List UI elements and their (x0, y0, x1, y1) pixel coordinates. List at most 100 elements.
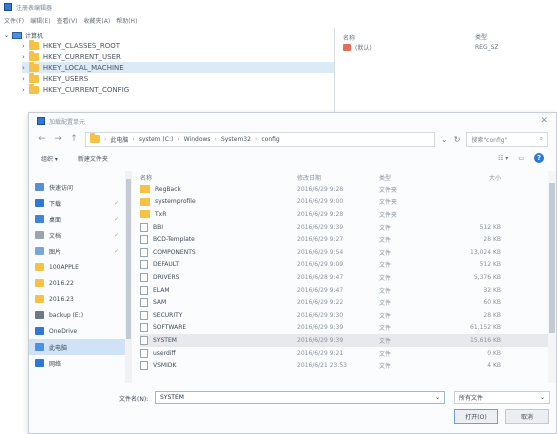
tree-node[interactable]: › HKEY_CURRENT_USER (22, 50, 334, 62)
file-name: TxR (155, 210, 167, 218)
nav-scrollbar-thumb[interactable] (126, 179, 131, 339)
menu-file[interactable]: 文件(F) (4, 16, 24, 25)
menu-help[interactable]: 帮助(H) (116, 16, 137, 25)
value-name-cell: (默认) (343, 43, 475, 52)
new-folder-button[interactable]: 新建文件夹 (78, 154, 108, 163)
nav-item-icon (35, 327, 44, 335)
back-arrow-icon[interactable]: ← (37, 134, 47, 144)
tree-node[interactable]: › HKEY_CLASSES_ROOT (22, 39, 334, 51)
close-icon[interactable]: ✕ (540, 116, 548, 126)
file-row[interactable]: SOFTWARE 2016/6/29 9:39 文件 61,152 KB (140, 322, 556, 335)
file-date: 2016/6/29 9:21 (297, 349, 344, 357)
column-date[interactable]: 修改日期 (297, 173, 379, 182)
nav-item[interactable]: OneDrive (29, 323, 125, 339)
file-row[interactable]: userdiff 2016/6/29 9:21 文件 0 KB (140, 347, 556, 360)
file-row[interactable]: ELAM 2016/6/29 9:47 文件 32 KB (140, 284, 556, 297)
file-row[interactable]: VSMIDK 2016/6/21 23:53 文件 4 KB (140, 359, 556, 372)
tree-node[interactable]: › HKEY_CURRENT_CONFIG (22, 83, 334, 95)
file-row[interactable]: systemprofile 2016/6/29 9:00 文件夹 (140, 196, 556, 209)
file-name-cell: BBI (140, 222, 297, 232)
nav-item[interactable]: 桌面 ✓ (29, 211, 125, 227)
file-row[interactable]: TxR 2016/6/29 9:28 文件夹 (140, 208, 556, 221)
file-type: 文件 (379, 363, 392, 371)
nav-item[interactable]: 2016.23 (29, 291, 125, 307)
file-row[interactable]: DEFAULT 2016/6/29 9:09 文件 512 KB (140, 259, 556, 272)
menu-edit[interactable]: 编辑(E) (30, 16, 50, 25)
file-date: 2016/6/29 9:39 (297, 324, 344, 332)
file-name-cell: DRIVERS (140, 272, 297, 282)
chevron-right-icon[interactable]: › (22, 75, 25, 83)
help-icon[interactable]: ? (534, 153, 544, 163)
chevron-down-icon[interactable]: ⌄ (4, 32, 9, 39)
search-input[interactable]: 搜索"config" ⌕ (466, 131, 548, 147)
column-name[interactable]: 名称 (140, 173, 297, 182)
view-options-icon[interactable]: ☷ ▾ (498, 155, 508, 162)
values-header-name[interactable]: 名称 (343, 32, 475, 42)
file-name: systemprofile (155, 198, 196, 206)
nav-item[interactable]: 下载 ✓ (29, 195, 125, 211)
file-row[interactable]: SYSTEM 2016/6/29 9:39 文件 15,616 KB (140, 334, 556, 347)
nav-item[interactable]: 此电脑 (29, 339, 125, 355)
column-size[interactable]: 大小 (431, 173, 501, 182)
search-icon[interactable]: ⌕ (540, 135, 543, 143)
address-bar[interactable]: › 此电脑 › system (C:) › Windows › System32… (85, 131, 435, 147)
filetype-select[interactable]: 所有文件 ⌄ (454, 391, 550, 404)
chevron-right-icon[interactable]: › (22, 64, 25, 72)
breadcrumb-this-pc[interactable]: 此电脑 (110, 135, 128, 144)
file-list-scrollbar[interactable] (548, 171, 556, 383)
nav-item[interactable]: 2016.22 (29, 275, 125, 291)
nav-scrollbar[interactable] (125, 171, 132, 383)
chevron-down-icon[interactable]: ⌄ (441, 135, 448, 144)
breadcrumb-separator: › (104, 135, 107, 143)
nav-item[interactable]: backup (E:) (29, 307, 125, 323)
refresh-icon[interactable]: ↻ (454, 135, 461, 144)
value-row[interactable]: (默认) REG_SZ (343, 42, 549, 53)
nav-item[interactable]: 100APPLE (29, 259, 125, 275)
chevron-down-icon[interactable]: ⌄ (435, 394, 440, 401)
filename-input[interactable]: SYSTEM ⌄ (155, 391, 445, 404)
nav-item[interactable]: 文档 ✓ (29, 227, 125, 243)
up-arrow-icon[interactable]: ↑ (69, 134, 79, 144)
dialog-title: 加载配置单元 (49, 118, 86, 126)
file-icon (140, 335, 148, 345)
file-name: COMPONENTS (153, 248, 196, 256)
chevron-right-icon[interactable]: › (22, 42, 25, 50)
file-list-scrollbar-thumb[interactable] (549, 183, 555, 333)
file-date: 2016/6/29 9:22 (297, 299, 344, 307)
breadcrumb-system32[interactable]: System32 (221, 136, 251, 143)
file-row[interactable]: SECURITY 2016/6/29 9:30 文件 28 KB (140, 309, 556, 322)
column-type[interactable]: 类型 (379, 173, 431, 182)
values-header-type[interactable]: 类型 (475, 32, 487, 42)
dialog-footer: 文件名(N): SYSTEM ⌄ 所有文件 ⌄ 打开(O) 取消 (29, 391, 556, 431)
file-row[interactable]: COMPONENTS 2016/6/29 9:54 文件 13,024 KB (140, 246, 556, 259)
breadcrumb-system-c[interactable]: system (C:) (139, 136, 174, 143)
chevron-down-icon[interactable]: ⌄ (540, 394, 545, 401)
tree-node[interactable]: › HKEY_LOCAL_MACHINE (22, 61, 334, 73)
breadcrumb-config[interactable]: config (261, 136, 279, 143)
file-row[interactable]: BBI 2016/6/29 9:39 文件 512 KB (140, 221, 556, 234)
nav-item[interactable]: 图片 ✓ (29, 243, 125, 259)
chevron-right-icon[interactable]: › (22, 86, 25, 94)
forward-arrow-icon[interactable]: → (53, 134, 63, 144)
file-name: SOFTWARE (153, 324, 187, 332)
dialog-app-icon (37, 117, 45, 125)
open-button[interactable]: 打开(O) (454, 409, 498, 424)
organize-button[interactable]: 组织 ▾ (41, 154, 58, 163)
preview-pane-icon[interactable]: ▭ (518, 155, 524, 162)
file-name: SYSTEM (153, 336, 177, 344)
nav-item[interactable]: 快速访问 (29, 179, 125, 195)
file-row[interactable]: SAM 2016/6/29 9:22 文件 60 KB (140, 296, 556, 309)
tree-root-computer[interactable]: ⌄ 计算机 (4, 30, 334, 40)
value-type: REG_SZ (475, 44, 499, 51)
folder-icon (140, 210, 150, 219)
cancel-button[interactable]: 取消 (505, 409, 549, 424)
tree-node[interactable]: › HKEY_USERS (22, 72, 334, 84)
file-row[interactable]: BCD-Template 2016/6/29 9:27 文件 28 KB (140, 233, 556, 246)
menu-view[interactable]: 查看(V) (57, 16, 78, 25)
menu-favorites[interactable]: 收藏夹(A) (83, 16, 110, 25)
breadcrumb-windows[interactable]: Windows (184, 136, 211, 143)
file-row[interactable]: RegBack 2016/6/29 9:28 文件夹 (140, 183, 556, 196)
nav-item[interactable]: 网络 (29, 355, 125, 371)
file-row[interactable]: DRIVERS 2016/6/28 9:47 文件 5,376 KB (140, 271, 556, 284)
chevron-right-icon[interactable]: › (22, 53, 25, 61)
